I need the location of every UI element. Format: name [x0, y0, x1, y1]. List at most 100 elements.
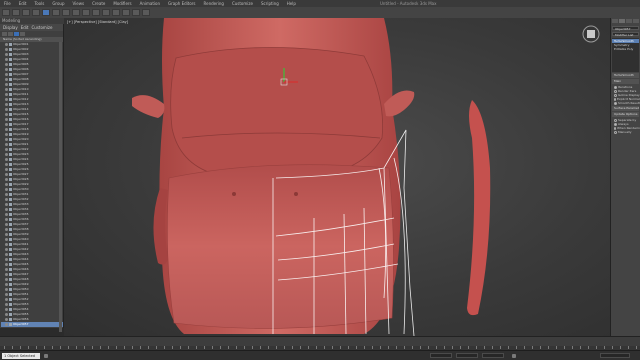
- visibility-icon[interactable]: [5, 68, 8, 71]
- render-icon[interactable]: [142, 9, 150, 16]
- visibility-icon[interactable]: [5, 318, 8, 321]
- create-tab-icon[interactable]: [612, 19, 618, 23]
- option-radio[interactable]: Smooth Result: [611, 101, 640, 105]
- rollout-header[interactable]: TurboSmooth: [612, 73, 639, 78]
- radio-icon[interactable]: [614, 130, 617, 134]
- perspective-viewport[interactable]: [+] [Perspective] [Standard] [Clay]: [64, 18, 610, 336]
- radio-icon[interactable]: [614, 85, 617, 89]
- link-icon[interactable]: [22, 9, 30, 16]
- time-slider[interactable]: [0, 336, 640, 346]
- menu-item-help[interactable]: Help: [283, 0, 300, 7]
- visibility-icon[interactable]: [5, 53, 8, 56]
- visibility-icon[interactable]: [5, 208, 8, 211]
- select-object-icon[interactable]: [42, 9, 50, 16]
- visibility-icon[interactable]: [5, 118, 8, 121]
- mirror-icon[interactable]: [102, 9, 110, 16]
- explorer-scrollbar[interactable]: [59, 42, 62, 332]
- visibility-icon[interactable]: [5, 188, 8, 191]
- visibility-icon[interactable]: [5, 48, 8, 51]
- visibility-icon[interactable]: [5, 298, 8, 301]
- visibility-icon[interactable]: [5, 173, 8, 176]
- modify-tab-icon[interactable]: [619, 19, 625, 23]
- radio-icon[interactable]: [614, 97, 616, 101]
- visibility-icon[interactable]: [5, 238, 8, 241]
- render-setup-icon[interactable]: [132, 9, 140, 16]
- visibility-icon[interactable]: [5, 228, 8, 231]
- visibility-icon[interactable]: [5, 273, 8, 276]
- radio-icon[interactable]: [614, 126, 616, 130]
- visibility-icon[interactable]: [5, 268, 8, 271]
- visibility-icon[interactable]: [5, 243, 8, 246]
- rollout-header[interactable]: Main: [612, 79, 639, 84]
- visibility-icon[interactable]: [5, 98, 8, 101]
- visibility-icon[interactable]: [5, 133, 8, 136]
- visibility-icon[interactable]: [5, 278, 8, 281]
- visibility-icon[interactable]: [5, 253, 8, 256]
- menu-item-customize[interactable]: Customize: [228, 0, 257, 7]
- search-icon[interactable]: [8, 32, 13, 36]
- menu-item-group[interactable]: Group: [48, 0, 68, 7]
- visibility-icon[interactable]: [5, 123, 8, 126]
- move-icon[interactable]: [62, 9, 70, 16]
- visibility-icon[interactable]: [5, 158, 8, 161]
- visibility-icon[interactable]: [5, 218, 8, 221]
- grid-icon[interactable]: [512, 354, 516, 358]
- visibility-icon[interactable]: [5, 293, 8, 296]
- lock-selection-icon[interactable]: [44, 354, 48, 358]
- menu-item-edit[interactable]: Edit: [15, 0, 31, 7]
- menu-item-create[interactable]: Create: [88, 0, 109, 7]
- align-icon[interactable]: [112, 9, 120, 16]
- modifier-list-dropdown[interactable]: Modifier List: [612, 32, 639, 37]
- hierarchy-tab-icon[interactable]: [626, 19, 632, 23]
- unlink-icon[interactable]: [32, 9, 40, 16]
- visibility-icon[interactable]: [5, 93, 8, 96]
- visibility-icon[interactable]: [5, 198, 8, 201]
- menu-item-tools[interactable]: Tools: [30, 0, 48, 7]
- utilities-tab-icon[interactable]: [633, 19, 639, 23]
- menu-item-animation[interactable]: Animation: [136, 0, 164, 7]
- visibility-icon[interactable]: [5, 153, 8, 156]
- visibility-icon[interactable]: [5, 303, 8, 306]
- visibility-icon[interactable]: [5, 83, 8, 86]
- radio-icon[interactable]: [614, 89, 617, 93]
- visibility-icon[interactable]: [5, 288, 8, 291]
- visibility-icon[interactable]: [5, 168, 8, 171]
- scene-tree-row[interactable]: Object057: [1, 322, 63, 327]
- menu-item-rendering[interactable]: Rendering: [200, 0, 228, 7]
- rollout-header[interactable]: Surface Parameters: [612, 106, 639, 111]
- visibility-icon[interactable]: [5, 73, 8, 76]
- snap-icon[interactable]: [92, 9, 100, 16]
- viewport-label[interactable]: [+] [Perspective] [Standard] [Clay]: [67, 20, 128, 24]
- option-radio[interactable]: Manually: [611, 130, 640, 134]
- visibility-icon[interactable]: [5, 113, 8, 116]
- auto-key-field[interactable]: [600, 353, 630, 358]
- visibility-icon[interactable]: [5, 143, 8, 146]
- visibility-icon[interactable]: [5, 78, 8, 81]
- display-objects-icon[interactable]: [14, 32, 19, 36]
- menu-item-views[interactable]: Views: [69, 0, 89, 7]
- visibility-icon[interactable]: [5, 223, 8, 226]
- visibility-icon[interactable]: [5, 43, 8, 46]
- visibility-icon[interactable]: [5, 128, 8, 131]
- visibility-icon[interactable]: [5, 213, 8, 216]
- explorer-tab-edit[interactable]: Edit: [21, 25, 29, 30]
- visibility-icon[interactable]: [5, 323, 8, 326]
- visibility-icon[interactable]: [5, 313, 8, 316]
- rollout-header[interactable]: Update Options: [612, 112, 639, 117]
- visibility-icon[interactable]: [5, 148, 8, 151]
- menu-item-file[interactable]: File: [0, 0, 15, 7]
- visibility-icon[interactable]: [5, 193, 8, 196]
- visibility-icon[interactable]: [5, 138, 8, 141]
- object-name-field[interactable]: Object057: [612, 26, 639, 31]
- visibility-icon[interactable]: [5, 63, 8, 66]
- menu-item-scripting[interactable]: Scripting: [257, 0, 283, 7]
- filter-icon[interactable]: [2, 32, 7, 36]
- visibility-icon[interactable]: [5, 248, 8, 251]
- visibility-icon[interactable]: [5, 183, 8, 186]
- visibility-icon[interactable]: [5, 178, 8, 181]
- visibility-icon[interactable]: [5, 88, 8, 91]
- select-by-name-icon[interactable]: [52, 9, 60, 16]
- visibility-icon[interactable]: [5, 108, 8, 111]
- visibility-icon[interactable]: [5, 258, 8, 261]
- modifier-stack-item[interactable]: Editable Poly: [612, 47, 639, 51]
